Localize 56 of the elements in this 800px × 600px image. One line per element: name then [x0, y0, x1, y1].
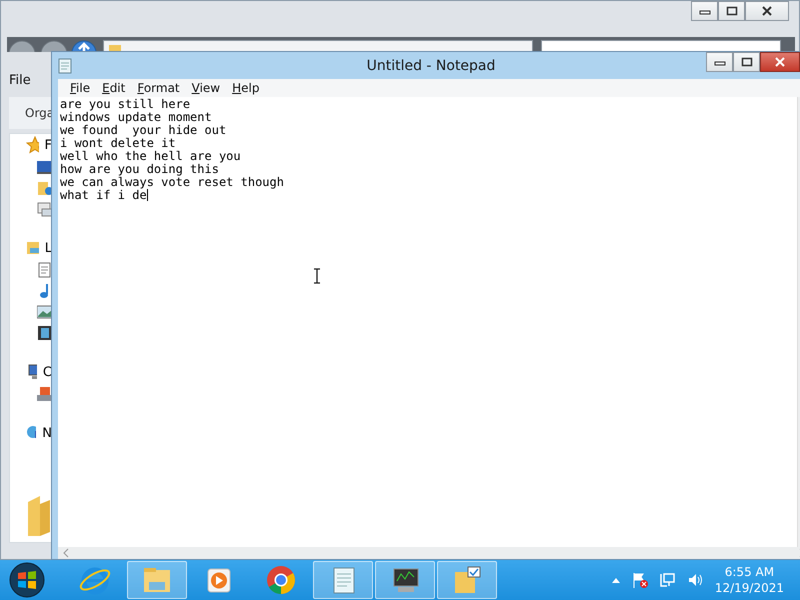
maximize-button[interactable] [718, 1, 745, 21]
close-icon [774, 57, 786, 67]
nav-group-label[interactable]: C [42, 364, 52, 380]
text-line: windows update moment [60, 111, 212, 124]
nav-group-label[interactable]: N [42, 426, 52, 440]
text-line: well who the hell are you [60, 150, 241, 163]
text-line: what if i de [60, 189, 148, 202]
computer-icon[interactable] [26, 363, 37, 381]
notepad-icon [58, 58, 72, 74]
horizontal-scrollbar[interactable] [58, 547, 800, 559]
recent-places-icon[interactable] [37, 200, 52, 216]
back-icon[interactable] [7, 39, 37, 52]
close-button[interactable] [745, 1, 789, 21]
text-line: are you still here [60, 98, 190, 111]
text-line: we found your hide out [60, 124, 226, 137]
address-field[interactable] [103, 40, 533, 52]
clock-time: 6:55 AM [724, 564, 774, 580]
taskbar-button[interactable] [437, 561, 497, 599]
close-button[interactable] [760, 52, 800, 72]
maximize-button[interactable] [733, 52, 760, 72]
folder-icon[interactable] [37, 180, 52, 196]
scroll-left-icon[interactable] [62, 547, 70, 559]
menu-item[interactable]: Edit [102, 81, 126, 95]
film-icon[interactable] [37, 324, 52, 340]
text-cursor-icon [313, 268, 321, 284]
menu-item[interactable]: View [192, 81, 220, 95]
minimize-button[interactable] [706, 52, 733, 72]
window-title: Untitled - Notepad [366, 58, 496, 74]
flag-icon[interactable] [630, 571, 649, 589]
clock-date: 12/19/2021 [714, 580, 784, 596]
minimize-button[interactable] [691, 1, 718, 21]
menu-item[interactable]: File [70, 81, 90, 95]
library-icon[interactable] [26, 239, 39, 257]
maximize-icon [740, 57, 752, 67]
network-icon[interactable] [658, 571, 677, 589]
monitor-icon[interactable] [37, 158, 52, 174]
star-icon[interactable] [26, 136, 39, 154]
nav-group-label[interactable]: F [44, 138, 52, 152]
text-line: we can always vote reset though [60, 176, 284, 189]
folder-icon [28, 496, 50, 536]
search-field[interactable] [541, 40, 781, 52]
start-button[interactable] [9, 562, 45, 598]
picture-icon[interactable] [37, 304, 52, 320]
menu-item[interactable]: File [9, 73, 31, 88]
text-line: how are you doing this [60, 163, 219, 176]
chrome-icon [264, 564, 298, 596]
text-caret [146, 189, 148, 201]
show-hidden-icons-icon[interactable] [610, 576, 621, 584]
maximize-icon [726, 6, 738, 16]
document-icon[interactable] [37, 262, 52, 278]
menu-item[interactable]: Format [137, 81, 180, 95]
text-line: i wont delete it [60, 137, 176, 150]
drive-icon[interactable] [37, 386, 52, 402]
menu-item[interactable]: Help [232, 81, 260, 95]
close-icon [761, 6, 773, 16]
taskbar-button[interactable] [375, 561, 435, 599]
